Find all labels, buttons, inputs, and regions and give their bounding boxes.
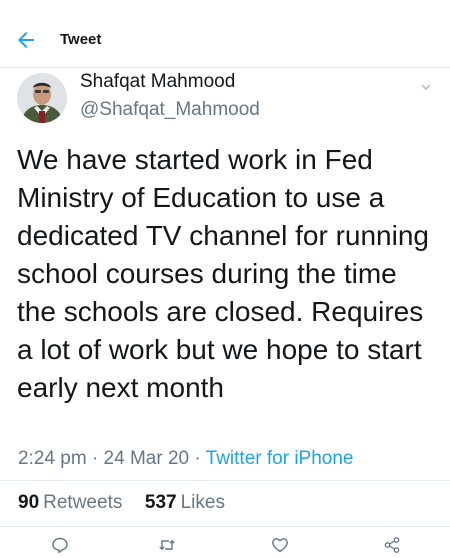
divider xyxy=(0,526,450,527)
retweets-stat[interactable]: 90 Retweets xyxy=(18,492,122,513)
meta-separator: · xyxy=(91,448,99,469)
likes-label: Likes xyxy=(180,492,225,513)
tweet-time: 2:24 pm xyxy=(18,448,87,469)
retweets-count: 90 xyxy=(18,492,40,513)
tweet-date: 24 Mar 20 xyxy=(103,448,190,469)
header-title: Tweet xyxy=(60,31,102,48)
engagement-stats: 90 Retweets 537 Likes xyxy=(18,492,225,514)
avatar[interactable] xyxy=(17,73,67,123)
tweet-source-link[interactable]: Twitter for iPhone xyxy=(206,448,354,469)
tweet-actions xyxy=(0,532,450,558)
reply-icon[interactable] xyxy=(51,536,69,554)
tweet-meta: 2:24 pm · 24 Mar 20 · Twitter for iPhone xyxy=(18,448,353,470)
likes-count: 537 xyxy=(144,492,177,513)
arrow-left-icon[interactable] xyxy=(14,28,38,52)
author-name[interactable]: Shafqat Mahmood xyxy=(80,71,235,93)
share-icon[interactable] xyxy=(383,536,401,554)
retweet-icon[interactable] xyxy=(158,536,176,554)
divider xyxy=(0,480,450,481)
profile-photo xyxy=(17,73,67,123)
chevron-down-icon[interactable] xyxy=(419,80,433,94)
tweet-text: We have started work in Fed Ministry of … xyxy=(17,144,429,403)
retweets-label: Retweets xyxy=(43,492,123,513)
author-handle[interactable]: @Shafqat_Mahmood xyxy=(80,99,260,121)
top-bar: Tweet xyxy=(0,0,450,68)
heart-icon[interactable] xyxy=(271,536,289,554)
likes-stat[interactable]: 537 Likes xyxy=(145,492,225,513)
meta-separator: · xyxy=(194,448,201,469)
